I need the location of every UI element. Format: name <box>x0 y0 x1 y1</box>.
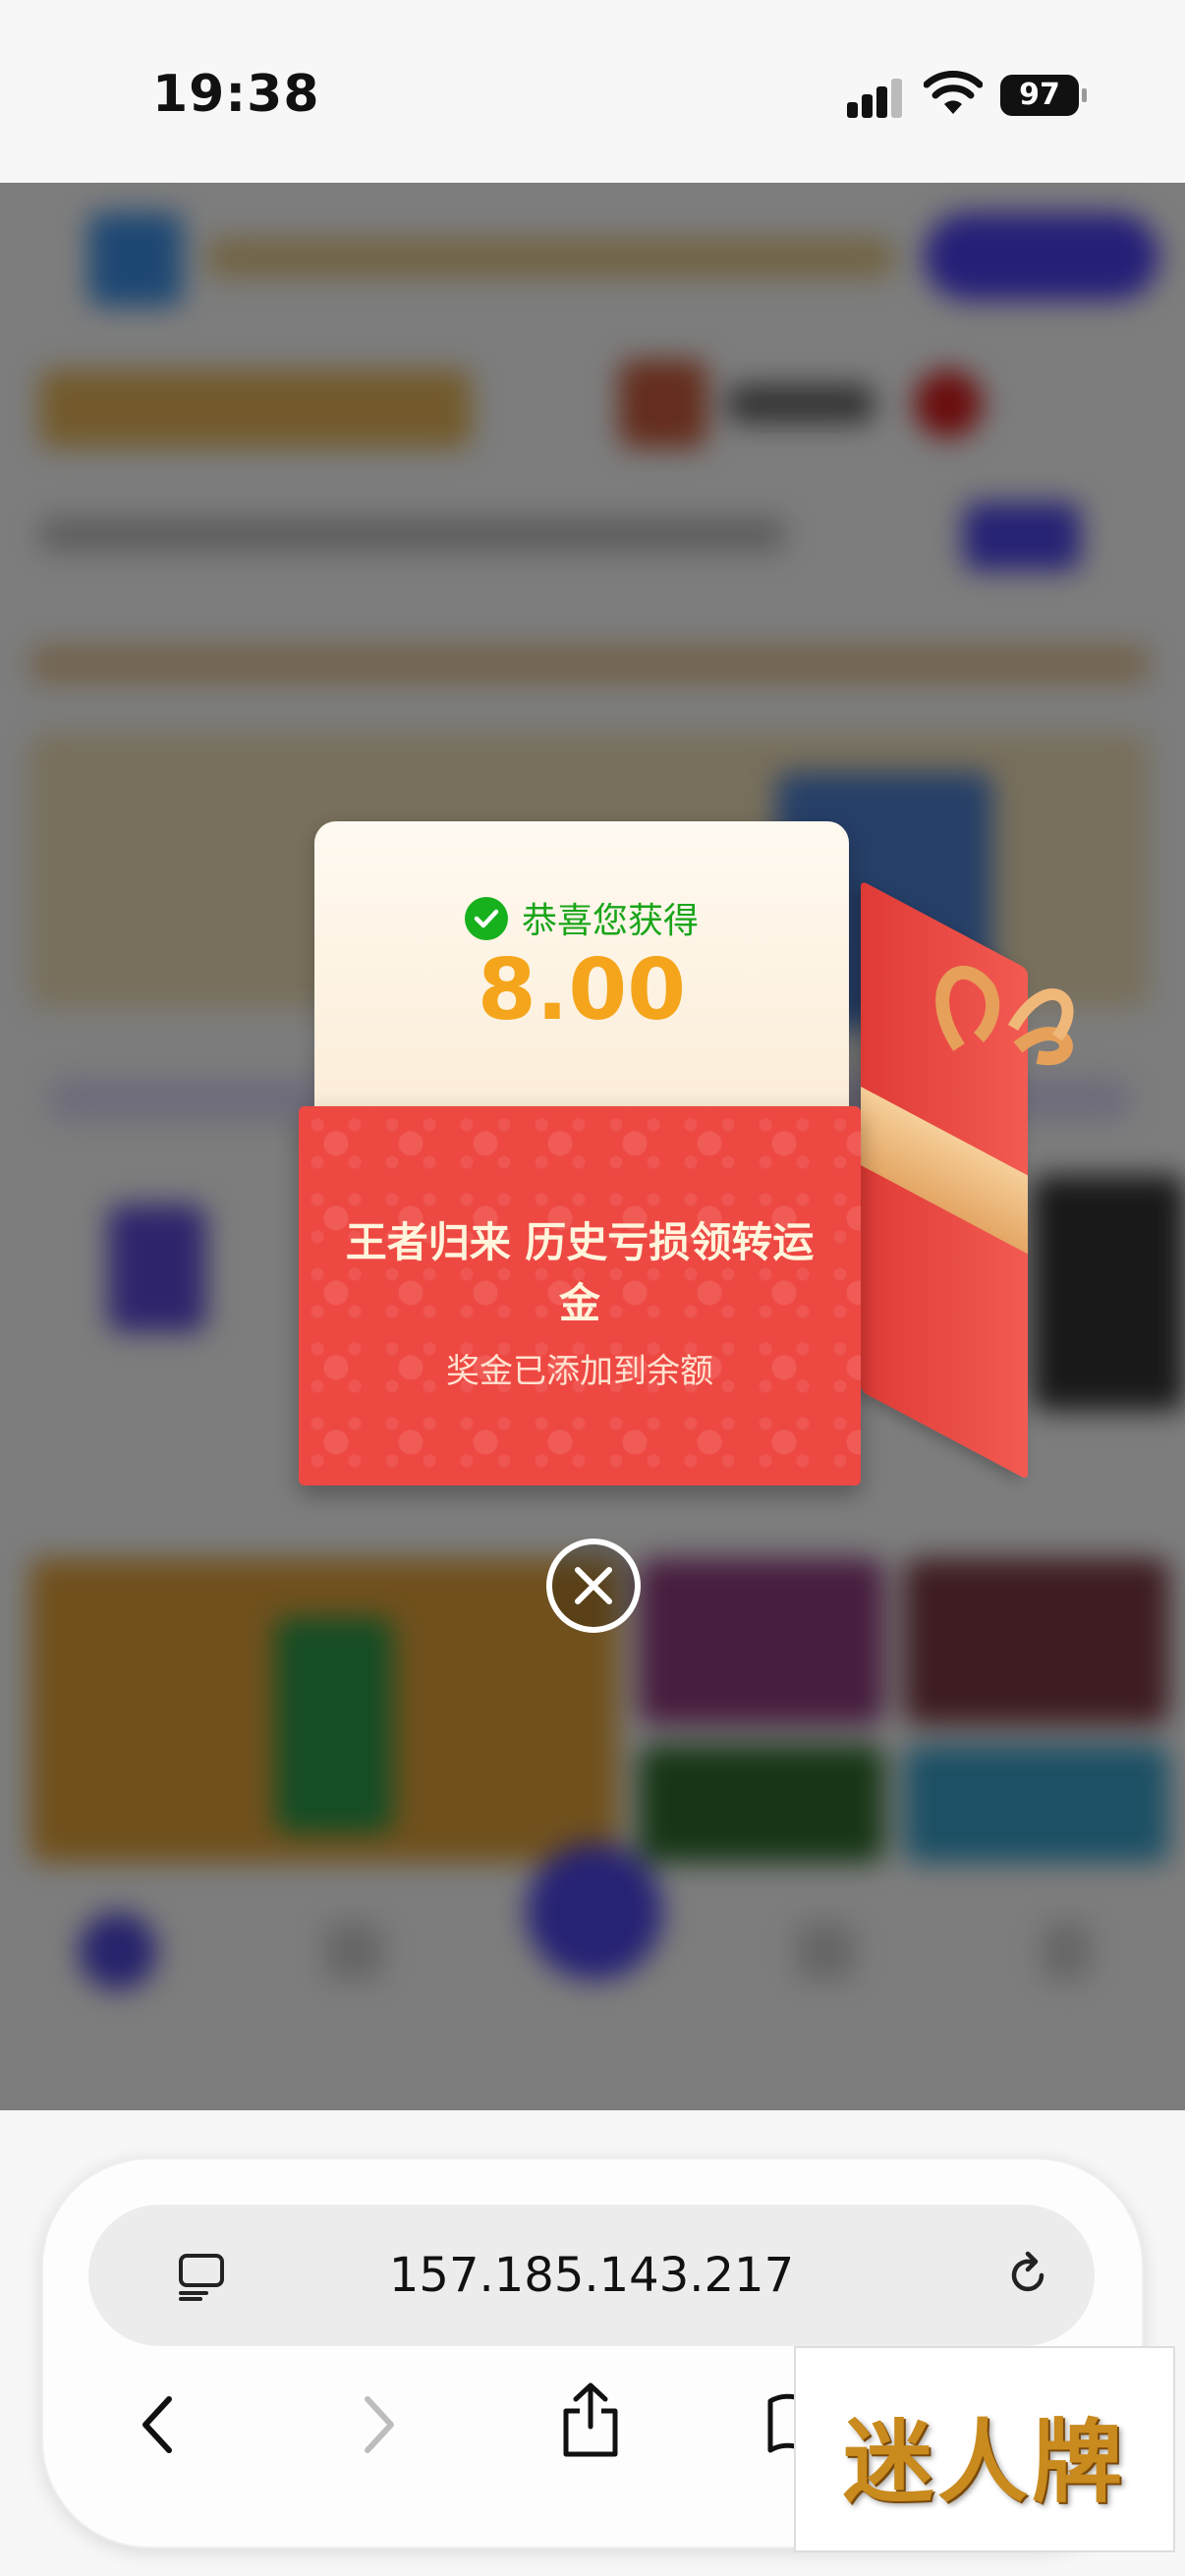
promo-subtitle: 奖金已添加到余额 <box>446 1352 713 1391</box>
reload-icon[interactable] <box>1002 2250 1053 2301</box>
congrats-text: 恭喜您获得 <box>521 901 699 941</box>
url-text[interactable]: 157.185.143.217 <box>88 2248 1095 2303</box>
back-icon[interactable] <box>138 2393 177 2456</box>
battery-indicator: 97 <box>1000 75 1087 116</box>
status-time: 19:38 <box>152 65 320 124</box>
watermark-logo: 迷人牌 <box>794 2346 1175 2552</box>
wifi-icon <box>924 71 983 114</box>
close-modal-button[interactable] <box>546 1539 641 1633</box>
address-bar[interactable]: 157.185.143.217 <box>88 2205 1095 2346</box>
cellular-signal-icon <box>847 79 906 118</box>
promo-title: 王者归来 历史亏损领转运金 <box>345 1218 815 1327</box>
reward-amount: 8.00 <box>477 941 687 1039</box>
congrats-label: 恭喜您获得 <box>314 892 849 944</box>
gift-box: 王者归来 历史亏损领转运金 奖金已添加到余额 <box>299 1106 861 1485</box>
reward-gift-modal: 恭喜您获得 8.00 王者归来 历史亏损领转运金 奖金已添加到余额 <box>291 812 1175 1499</box>
ribbon-bow-icon <box>935 965 1074 1066</box>
watermark-text: 迷人牌 <box>842 2410 1126 2515</box>
forward-icon[interactable] <box>360 2393 399 2456</box>
status-bar: 19:38 97 <box>0 0 1185 183</box>
reward-card: 恭喜您获得 8.00 <box>314 821 849 1136</box>
close-icon <box>575 1567 612 1604</box>
share-icon[interactable] <box>558 2381 623 2460</box>
check-icon <box>464 897 508 940</box>
